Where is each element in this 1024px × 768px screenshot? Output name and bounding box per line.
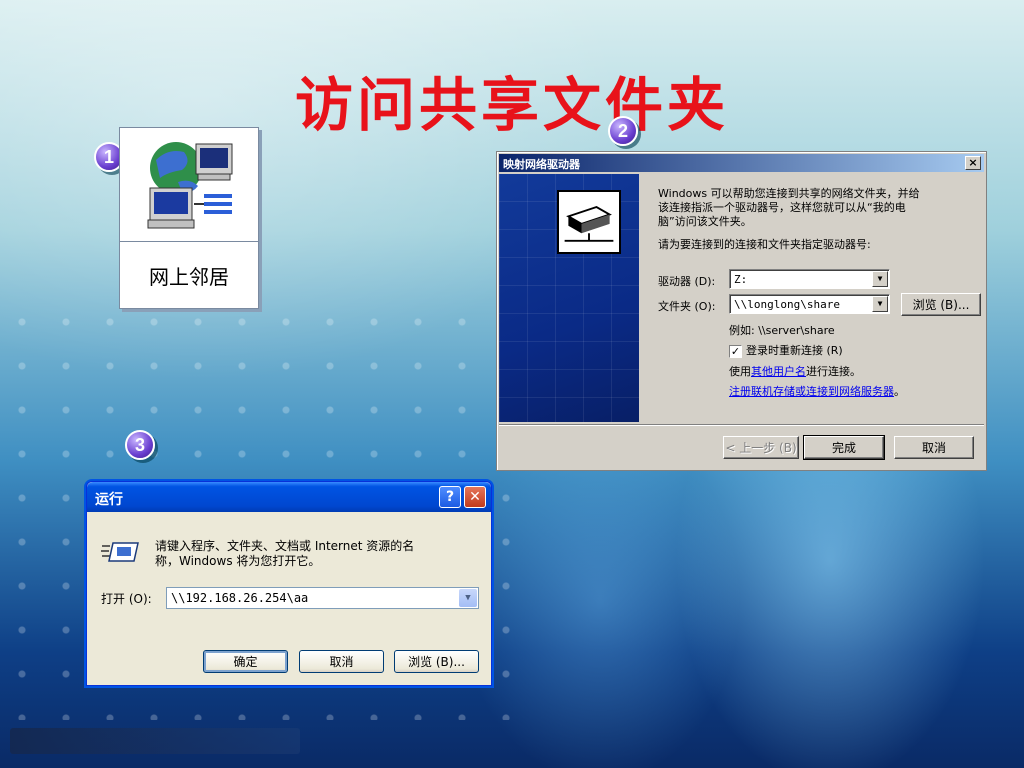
run-titlebar[interactable]: 运行 ? ✕ [87, 482, 491, 512]
run-program-icon [101, 542, 139, 562]
network-neighborhood[interactable]: 网上邻居 [119, 127, 259, 309]
map-drive-title: 映射网络驱动器 [503, 158, 580, 171]
folder-input[interactable]: \\longlong\share ▼ [729, 294, 890, 314]
register-link[interactable]: 注册联机存储或连接到网络服务器 [729, 385, 894, 398]
folder-label: 文件夹 (O): [658, 300, 716, 313]
reconnect-option[interactable]: ✓ 登录时重新连接 (R) [729, 342, 843, 358]
other-user-link[interactable]: 其他用户名 [751, 365, 806, 378]
chevron-down-icon[interactable]: ▼ [872, 296, 888, 312]
drive-label: 驱动器 (D): [658, 275, 716, 288]
run-description-2: 称，Windows 将为您打开它。 [155, 554, 321, 568]
open-input-value: \\192.168.26.254\aa [171, 591, 309, 605]
back-button[interactable]: < 上一步 (B) [723, 436, 799, 459]
reconnect-label: 登录时重新连接 (R) [746, 344, 843, 357]
reconnect-checkbox[interactable]: ✓ [729, 344, 742, 358]
ok-button[interactable]: 确定 [203, 650, 288, 673]
network-neighborhood-label: 网上邻居 [120, 241, 258, 308]
chevron-down-icon[interactable]: ▼ [872, 271, 888, 287]
step-badge-2: 2 [608, 116, 638, 146]
finish-button[interactable]: 完成 [803, 435, 885, 460]
folder-input-value: \\longlong\share [734, 298, 840, 311]
open-label: 打开 (O): [101, 592, 152, 606]
help-icon[interactable]: ? [439, 486, 461, 508]
divider [499, 424, 984, 426]
step-badge-3: 3 [125, 430, 155, 460]
run-dialog: 运行 ? ✕ 请键入程序、文件夹、文档或 Internet 资源的名 称，Win… [86, 481, 492, 686]
close-icon[interactable]: × [965, 156, 981, 170]
instruction-text: 请为要连接到的连接和文件夹指定驱动器号: [658, 238, 871, 251]
register-line: 注册联机存储或连接到网络服务器。 [729, 385, 905, 398]
cancel-button[interactable]: 取消 [299, 650, 384, 673]
run-title: 运行 [95, 492, 123, 508]
drive-select[interactable]: Z: ▼ [729, 269, 890, 289]
cancel-button[interactable]: 取消 [894, 436, 974, 459]
network-drive-icon [557, 190, 621, 254]
wizard-side-panel [499, 174, 639, 422]
chevron-down-icon[interactable]: ▼ [459, 589, 477, 607]
intro-text-3: 脑”访问该文件夹。 [658, 215, 752, 228]
map-drive-dialog: 映射网络驱动器 × Windows 可以帮助您连接到共享的网络文件夹，并给 该连… [496, 151, 987, 471]
other-user-line: 使用其他用户名进行连接。 [729, 365, 861, 378]
network-computers-icon [147, 142, 233, 229]
close-icon[interactable]: ✕ [464, 486, 486, 508]
background-strip [10, 728, 300, 754]
map-drive-titlebar[interactable]: 映射网络驱动器 × [499, 154, 984, 172]
drive-select-value: Z: [734, 273, 748, 286]
browse-button[interactable]: 浏览 (B)... [394, 650, 479, 673]
example-text: 例如: \\server\share [729, 324, 835, 337]
open-input[interactable]: \\192.168.26.254\aa ▼ [166, 587, 479, 609]
browse-button[interactable]: 浏览 (B)... [901, 293, 981, 316]
